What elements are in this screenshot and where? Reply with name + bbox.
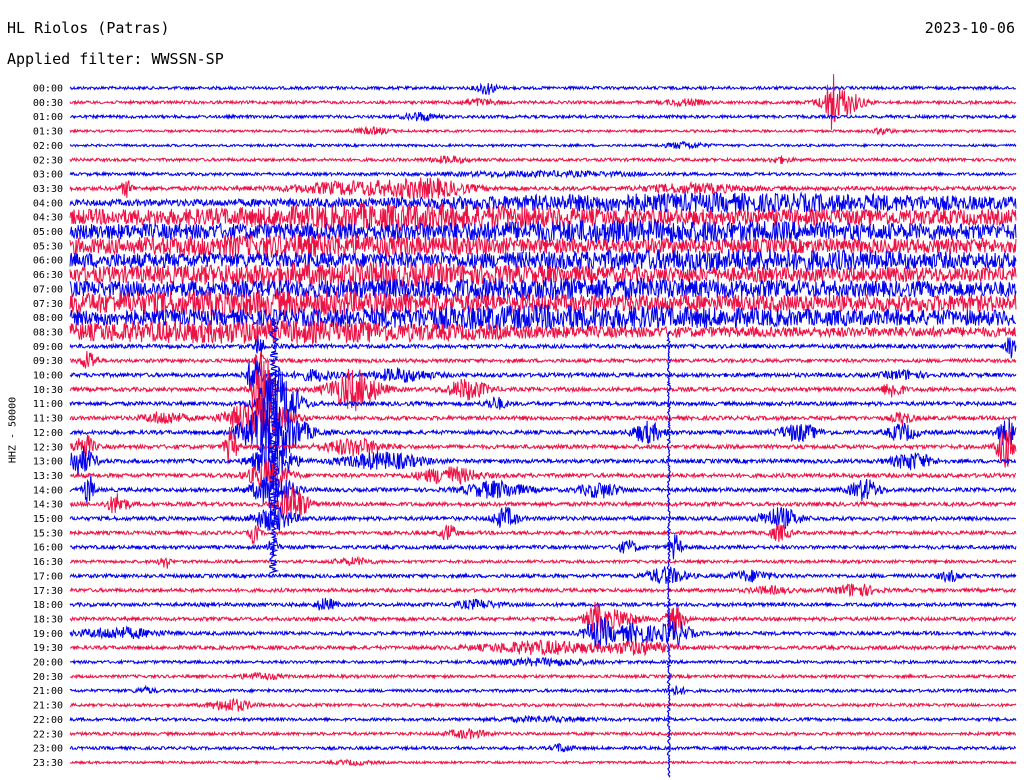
trace-row <box>69 359 1017 390</box>
time-tick-label: 22:00 <box>33 715 63 726</box>
time-tick-label: 22:30 <box>33 729 63 740</box>
trace-row <box>69 356 1017 426</box>
time-tick-label: 06:30 <box>33 270 63 281</box>
trace-row <box>69 597 1017 611</box>
time-tick-label: 12:30 <box>33 442 63 453</box>
helicorder-plot: 00:00 00:30 01:00 01:30 02:00 02:30 03:00 03:30… <box>33 74 1017 778</box>
time-tick-label: 09:30 <box>33 356 63 367</box>
trace-row <box>69 350 1017 372</box>
spike-trace <box>666 331 672 778</box>
time-tick-label: 23:30 <box>33 758 63 769</box>
trace-row <box>69 402 1017 464</box>
time-tick-label: 00:30 <box>33 98 63 109</box>
trace-row <box>69 714 1017 724</box>
time-tick-label: 07:30 <box>33 299 63 310</box>
trace-row <box>69 534 1017 560</box>
trace-row <box>69 566 1017 584</box>
time-tick-label: 09:00 <box>33 342 63 353</box>
time-tick-label: 11:30 <box>33 414 63 425</box>
trace-row <box>69 140 1017 151</box>
time-tick-label: 02:30 <box>33 155 63 166</box>
trace-row <box>69 523 1017 546</box>
time-tick-label: 05:30 <box>33 241 63 252</box>
time-tick-label: 18:30 <box>33 614 63 625</box>
trace-row <box>69 616 1017 649</box>
trace-row <box>69 125 1017 136</box>
time-tick-label: 19:00 <box>33 629 63 640</box>
time-tick-label: 08:30 <box>33 327 63 338</box>
time-tick-label: 07:00 <box>33 284 63 295</box>
time-tick-label: 19:30 <box>33 643 63 654</box>
time-tick-label: 16:00 <box>33 543 63 554</box>
trace-row <box>69 74 1017 130</box>
time-tick-label: 17:00 <box>33 571 63 582</box>
time-tick-label: 13:30 <box>33 471 63 482</box>
time-tick-label: 23:00 <box>33 744 63 755</box>
time-tick-label: 11:00 <box>33 399 63 410</box>
trace-row <box>69 684 1017 697</box>
trace-row <box>69 639 1017 657</box>
trace-row <box>69 177 1017 200</box>
trace-row <box>69 671 1017 682</box>
time-tick-label: 00:00 <box>33 84 63 95</box>
time-tick-label: 14:30 <box>33 500 63 511</box>
time-tick-label: 12:00 <box>33 428 63 439</box>
time-tick-label: 16:30 <box>33 557 63 568</box>
time-tick-label: 05:00 <box>33 227 63 238</box>
time-tick-label: 15:00 <box>33 514 63 525</box>
time-tick-label: 04:30 <box>33 213 63 224</box>
time-tick-label: 10:00 <box>33 371 63 382</box>
trace-row <box>69 111 1017 123</box>
time-tick-label: 15:30 <box>33 528 63 539</box>
time-tick-label: 01:30 <box>33 127 63 138</box>
trace-row <box>69 742 1017 753</box>
trace-row <box>69 261 1017 288</box>
time-tick-label: 20:30 <box>33 672 63 683</box>
time-tick-label: 13:00 <box>33 457 63 468</box>
trace-row <box>69 697 1017 712</box>
time-tick-label: 17:30 <box>33 586 63 597</box>
trace-row <box>69 601 1017 633</box>
time-tick-label: 03:30 <box>33 184 63 195</box>
trace-row <box>69 486 1017 520</box>
trace-row <box>69 728 1017 740</box>
time-tick-label: 08:00 <box>33 313 63 324</box>
time-tick-label: 04:00 <box>33 198 63 209</box>
time-tick-label: 06:00 <box>33 256 63 267</box>
time-tick-label: 01:00 <box>33 112 63 123</box>
time-tick-label: 21:30 <box>33 701 63 712</box>
trace-row <box>69 155 1017 165</box>
trace-row <box>70 555 1017 569</box>
trace-row <box>69 504 1017 531</box>
time-tick-label: 10:30 <box>33 385 63 396</box>
time-tick-label: 14:00 <box>33 485 63 496</box>
time-tick-label: 18:00 <box>33 600 63 611</box>
trace-row <box>69 758 1017 767</box>
time-tick-label: 21:00 <box>33 686 63 697</box>
time-tick-label: 20:00 <box>33 658 63 669</box>
time-tick-label: 02:00 <box>33 141 63 152</box>
trace-row <box>69 656 1017 667</box>
trace-row <box>69 169 1017 180</box>
trace-row <box>69 82 1016 95</box>
trace-row <box>69 583 1017 597</box>
time-tick-label: 03:00 <box>33 170 63 181</box>
